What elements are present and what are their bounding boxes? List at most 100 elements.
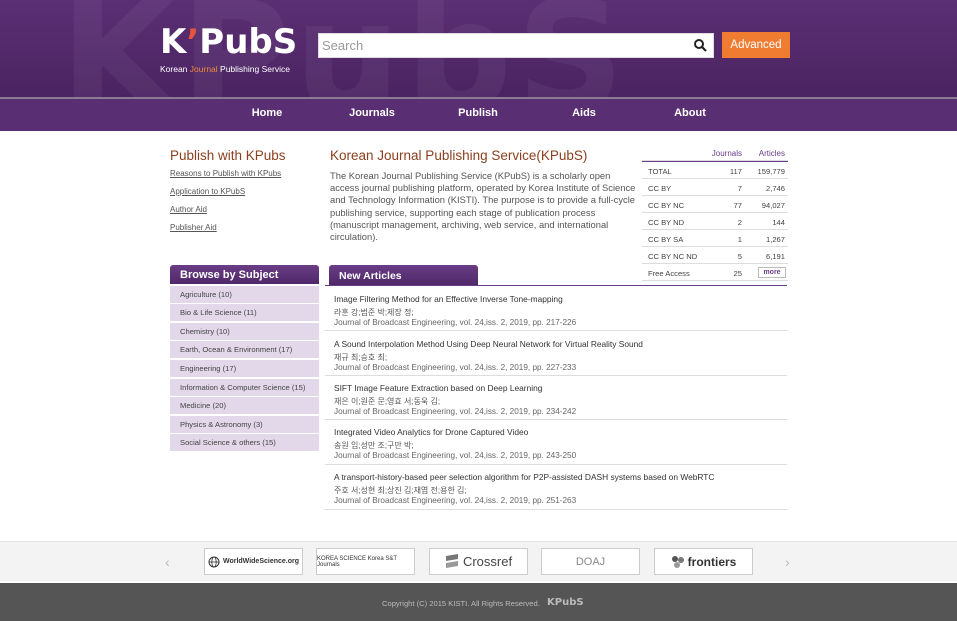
article-authors: 주호 서;성현 최;상진 김;재엽 전;용한 김; <box>334 486 467 495</box>
partner-label: KOREA SCIENCE Korea S&T Journals <box>317 555 397 568</box>
subject-bio-life-science[interactable]: Bio & Life Science (11) <box>170 304 319 322</box>
stats-articles: 159,779 <box>757 167 785 176</box>
stats-articles: 144 <box>772 218 785 227</box>
article-authors: 송원 임;성만 조;구만 박; <box>334 441 414 450</box>
partner-label: WorldWideScience.org <box>222 558 300 565</box>
stats-name: CC BY NC <box>648 201 685 210</box>
subject-engineering[interactable]: Engineering (17) <box>170 359 319 377</box>
article-item[interactable]: Integrated Video Analytics for Drone Cap… <box>325 420 787 465</box>
stats-name: Free Access <box>648 269 690 278</box>
logo-mark: KʼPubS <box>160 22 298 62</box>
stats-row-cc-by-nc-nd[interactable]: CC BY NC ND 5 6,191 <box>642 247 788 264</box>
search-icon[interactable] <box>693 38 707 52</box>
intro-description: The Korean Journal Publishing Service (K… <box>330 170 636 243</box>
nav-about[interactable]: About <box>674 107 706 119</box>
more-button[interactable]: more <box>758 267 786 278</box>
article-item[interactable]: SIFT Image Feature Extraction based on D… <box>325 376 787 420</box>
article-journal: Journal of Broadcast Engineering, vol. 2… <box>334 407 577 416</box>
stats-name: CC BY <box>648 184 672 193</box>
stats-col-articles: Articles <box>758 149 785 158</box>
stats-journals: 2 <box>737 218 742 227</box>
stats-journals: 25 <box>733 269 742 278</box>
stats-name: CC BY SA <box>648 235 684 244</box>
subject-medicine[interactable]: Medicine (20) <box>170 397 319 415</box>
link-reasons-to-publish[interactable]: Reasons to Publish with KPubs <box>170 169 281 178</box>
article-authors: 라훈 강;범준 박;제장 정; <box>334 308 414 317</box>
stats-articles: 2,746 <box>765 184 785 193</box>
stats-name: TOTAL <box>648 167 672 176</box>
nav-publish[interactable]: Publish <box>458 107 498 119</box>
stats-journals: 7 <box>737 184 742 193</box>
subject-information-computer-science[interactable]: Information & Computer Science (15) <box>170 378 319 396</box>
stats-name: CC BY NC ND <box>648 252 698 261</box>
nav-home[interactable]: Home <box>252 107 283 119</box>
stats-row-free-access[interactable]: Free Access 25 more <box>642 264 788 281</box>
logo-subtitle: Korean Journal Publishing Service <box>160 64 290 74</box>
stats-row-cc-by-nd[interactable]: CC BY ND 2 144 <box>642 213 788 230</box>
publish-title: Publish with KPubs <box>170 148 286 163</box>
footer: Copyright (C) 2015 KISTI. All Rights Res… <box>0 583 957 621</box>
article-item[interactable]: A Sound Interpolation Method Using Deep … <box>325 331 787 376</box>
globe-icon <box>208 556 220 567</box>
article-authors: 재규 최;승호 최; <box>334 353 388 362</box>
article-title[interactable]: A Sound Interpolation Method Using Deep … <box>334 339 643 349</box>
copyright: Copyright (C) 2015 KISTI. All Rights Res… <box>382 599 540 608</box>
subject-chemistry[interactable]: Chemistry (10) <box>170 322 319 340</box>
partner-koreascience[interactable]: KOREA SCIENCE Korea S&T Journals <box>316 548 415 575</box>
nav-aids[interactable]: Aids <box>572 107 596 119</box>
partner-frontiers[interactable]: frontiers <box>654 548 753 575</box>
article-title[interactable]: Image Filtering Method for an Effective … <box>334 294 563 304</box>
chevron-left-icon[interactable]: ‹ <box>165 554 170 570</box>
partner-carousel: ‹ WorldWideScience.org KOREA SCIENCE Kor… <box>0 541 957 581</box>
intro-title: Korean Journal Publishing Service(KPubS) <box>330 148 588 163</box>
main-nav: Home Journals Publish Aids About <box>0 97 957 131</box>
subject-agriculture[interactable]: Agriculture (10) <box>170 285 319 303</box>
browse-by-subject: Browse by Subject Agriculture (10) Bio &… <box>170 265 319 452</box>
stats-col-journals: Journals <box>711 149 742 158</box>
subject-social-science[interactable]: Social Science & others (15) <box>170 434 319 452</box>
advanced-search-button[interactable]: Advanced <box>722 32 790 58</box>
article-title[interactable]: A transport-history-based peer selection… <box>334 472 714 482</box>
stats-journals: 117 <box>729 167 742 176</box>
partner-label: DOAJ <box>575 555 606 568</box>
article-journal: Journal of Broadcast Engineering, vol. 2… <box>334 451 577 460</box>
stats-header-row: Journals Articles <box>642 144 788 161</box>
stats-row-cc-by-sa[interactable]: CC BY SA 1 1,267 <box>642 230 788 247</box>
search-input[interactable] <box>319 34 679 57</box>
stats-row-cc-by-nc[interactable]: CC BY NC 77 94,027 <box>642 196 788 213</box>
link-application[interactable]: Application to KPubS <box>170 187 245 196</box>
stats-articles: 1,267 <box>765 235 785 244</box>
article-title[interactable]: SIFT Image Feature Extraction based on D… <box>334 383 542 393</box>
stats-articles: 94,027 <box>761 201 785 210</box>
partner-crossref[interactable]: Crossref <box>429 548 528 575</box>
link-publisher-aid[interactable]: Publisher Aid <box>170 223 217 232</box>
partner-label: frontiers <box>687 554 737 569</box>
link-author-aid[interactable]: Author Aid <box>170 205 207 214</box>
article-title[interactable]: Integrated Video Analytics for Drone Cap… <box>334 427 528 437</box>
article-item[interactable]: Image Filtering Method for an Effective … <box>325 286 787 331</box>
new-articles-tab[interactable]: New Articles <box>329 265 478 285</box>
frontiers-icon <box>671 555 684 568</box>
article-journal: Journal of Broadcast Engineering, vol. 2… <box>334 363 577 372</box>
partner-worldwidescience[interactable]: WorldWideScience.org <box>204 548 303 575</box>
browse-title: Browse by Subject <box>170 265 319 284</box>
kpubs-logo[interactable]: KʼPubS Korean Journal Publishing Service <box>160 24 300 76</box>
stats-journals: 5 <box>737 252 742 261</box>
partner-doaj[interactable]: DOAJ <box>541 548 640 575</box>
stats-articles: 6,191 <box>765 252 785 261</box>
subject-earth-ocean-environment[interactable]: Earth, Ocean & Environment (17) <box>170 341 319 359</box>
stats-row-total[interactable]: TOTAL 117 159,779 <box>642 162 788 179</box>
nav-journals[interactable]: Journals <box>349 107 395 119</box>
stats-journals: 1 <box>737 235 742 244</box>
partner-label: Crossref <box>462 554 513 569</box>
article-item[interactable]: A transport-history-based peer selection… <box>325 465 787 510</box>
crossref-icon <box>445 553 458 568</box>
stats-row-cc-by[interactable]: CC BY 7 2,746 <box>642 179 788 196</box>
article-journal: Journal of Broadcast Engineering, vol. 2… <box>334 318 577 327</box>
subject-physics-astronomy[interactable]: Physics & Astronomy (3) <box>170 415 319 433</box>
footer-logo: KPubS <box>547 597 584 608</box>
license-stats-table: Journals Articles TOTAL 117 159,779 CC B… <box>642 144 788 281</box>
chevron-right-icon[interactable]: › <box>785 554 790 570</box>
stats-name: CC BY ND <box>648 218 685 227</box>
search-box <box>318 33 714 58</box>
